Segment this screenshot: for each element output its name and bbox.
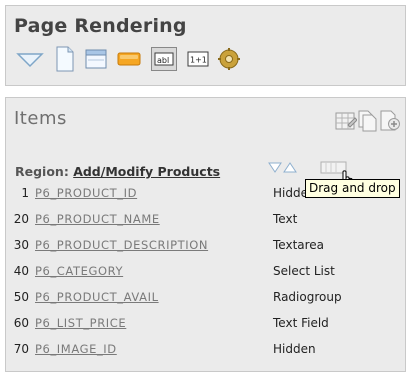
item-type: Textarea (273, 238, 325, 252)
item-type: Text (273, 212, 298, 226)
table-row: 40 P6_CATEGORY Select List (6, 262, 406, 280)
drag-drop-tooltip: Drag and drop (305, 179, 400, 198)
row-sequence: 40 (13, 264, 29, 278)
svg-text:abl: abl (157, 56, 169, 65)
table-row: 70 P6_IMAGE_ID Hidden (6, 340, 406, 358)
item-link[interactable]: P6_PRODUCT_DESCRIPTION (35, 236, 208, 254)
item-link[interactable]: P6_PRODUCT_ID (35, 184, 137, 202)
page-rendering-title: Page Rendering (14, 15, 187, 37)
region-heading: Region: Add/Modify Products (15, 164, 220, 179)
table-row: 50 P6_PRODUCT_AVAIL Radiogroup (6, 288, 406, 306)
row-sequence: 20 (13, 212, 29, 226)
row-sequence: 30 (13, 238, 29, 252)
add-icon[interactable] (379, 110, 401, 132)
item-type: Select List (273, 264, 335, 278)
item-type: Radiogroup (273, 290, 342, 304)
row-sequence: 70 (13, 342, 29, 356)
table-row: 20 P6_PRODUCT_NAME Text (6, 210, 406, 228)
row-sequence: 1 (21, 186, 29, 200)
row-sequence: 60 (13, 316, 29, 330)
items-panel: Items Region: Add/Modify Products 1 P6_P… (5, 97, 406, 372)
numeric-field-icon[interactable]: 1+1 (187, 51, 209, 67)
svg-text:1+1: 1+1 (190, 56, 207, 65)
item-link[interactable]: P6_LIST_PRICE (35, 314, 126, 332)
window-icon[interactable] (85, 49, 107, 69)
item-link[interactable]: P6_CATEGORY (35, 262, 123, 280)
item-link[interactable]: P6_PRODUCT_AVAIL (35, 288, 159, 306)
grid-edit-icon[interactable] (335, 111, 357, 131)
item-type: Hidden (273, 342, 316, 356)
page-rendering-panel: Page Rendering abl 1+1 (5, 5, 406, 86)
triangle-down-icon[interactable] (16, 51, 44, 69)
copy-icon[interactable] (358, 110, 378, 132)
text-field-icon[interactable]: abl (151, 47, 177, 71)
region-label: Region: (15, 164, 69, 179)
item-link[interactable]: P6_IMAGE_ID (35, 340, 117, 358)
item-type: Text Field (273, 316, 329, 330)
item-link[interactable]: P6_PRODUCT_NAME (35, 210, 160, 228)
items-title: Items (14, 108, 67, 129)
table-row: 60 P6_LIST_PRICE Text Field (6, 314, 406, 332)
region-link[interactable]: Add/Modify Products (73, 164, 220, 179)
gear-icon[interactable] (218, 48, 240, 70)
page-icon[interactable] (55, 46, 75, 72)
orange-button-icon[interactable] (117, 52, 141, 66)
sort-arrows-icon[interactable] (268, 161, 298, 175)
table-row: 30 P6_PRODUCT_DESCRIPTION Textarea (6, 236, 406, 254)
row-sequence: 50 (13, 290, 29, 304)
